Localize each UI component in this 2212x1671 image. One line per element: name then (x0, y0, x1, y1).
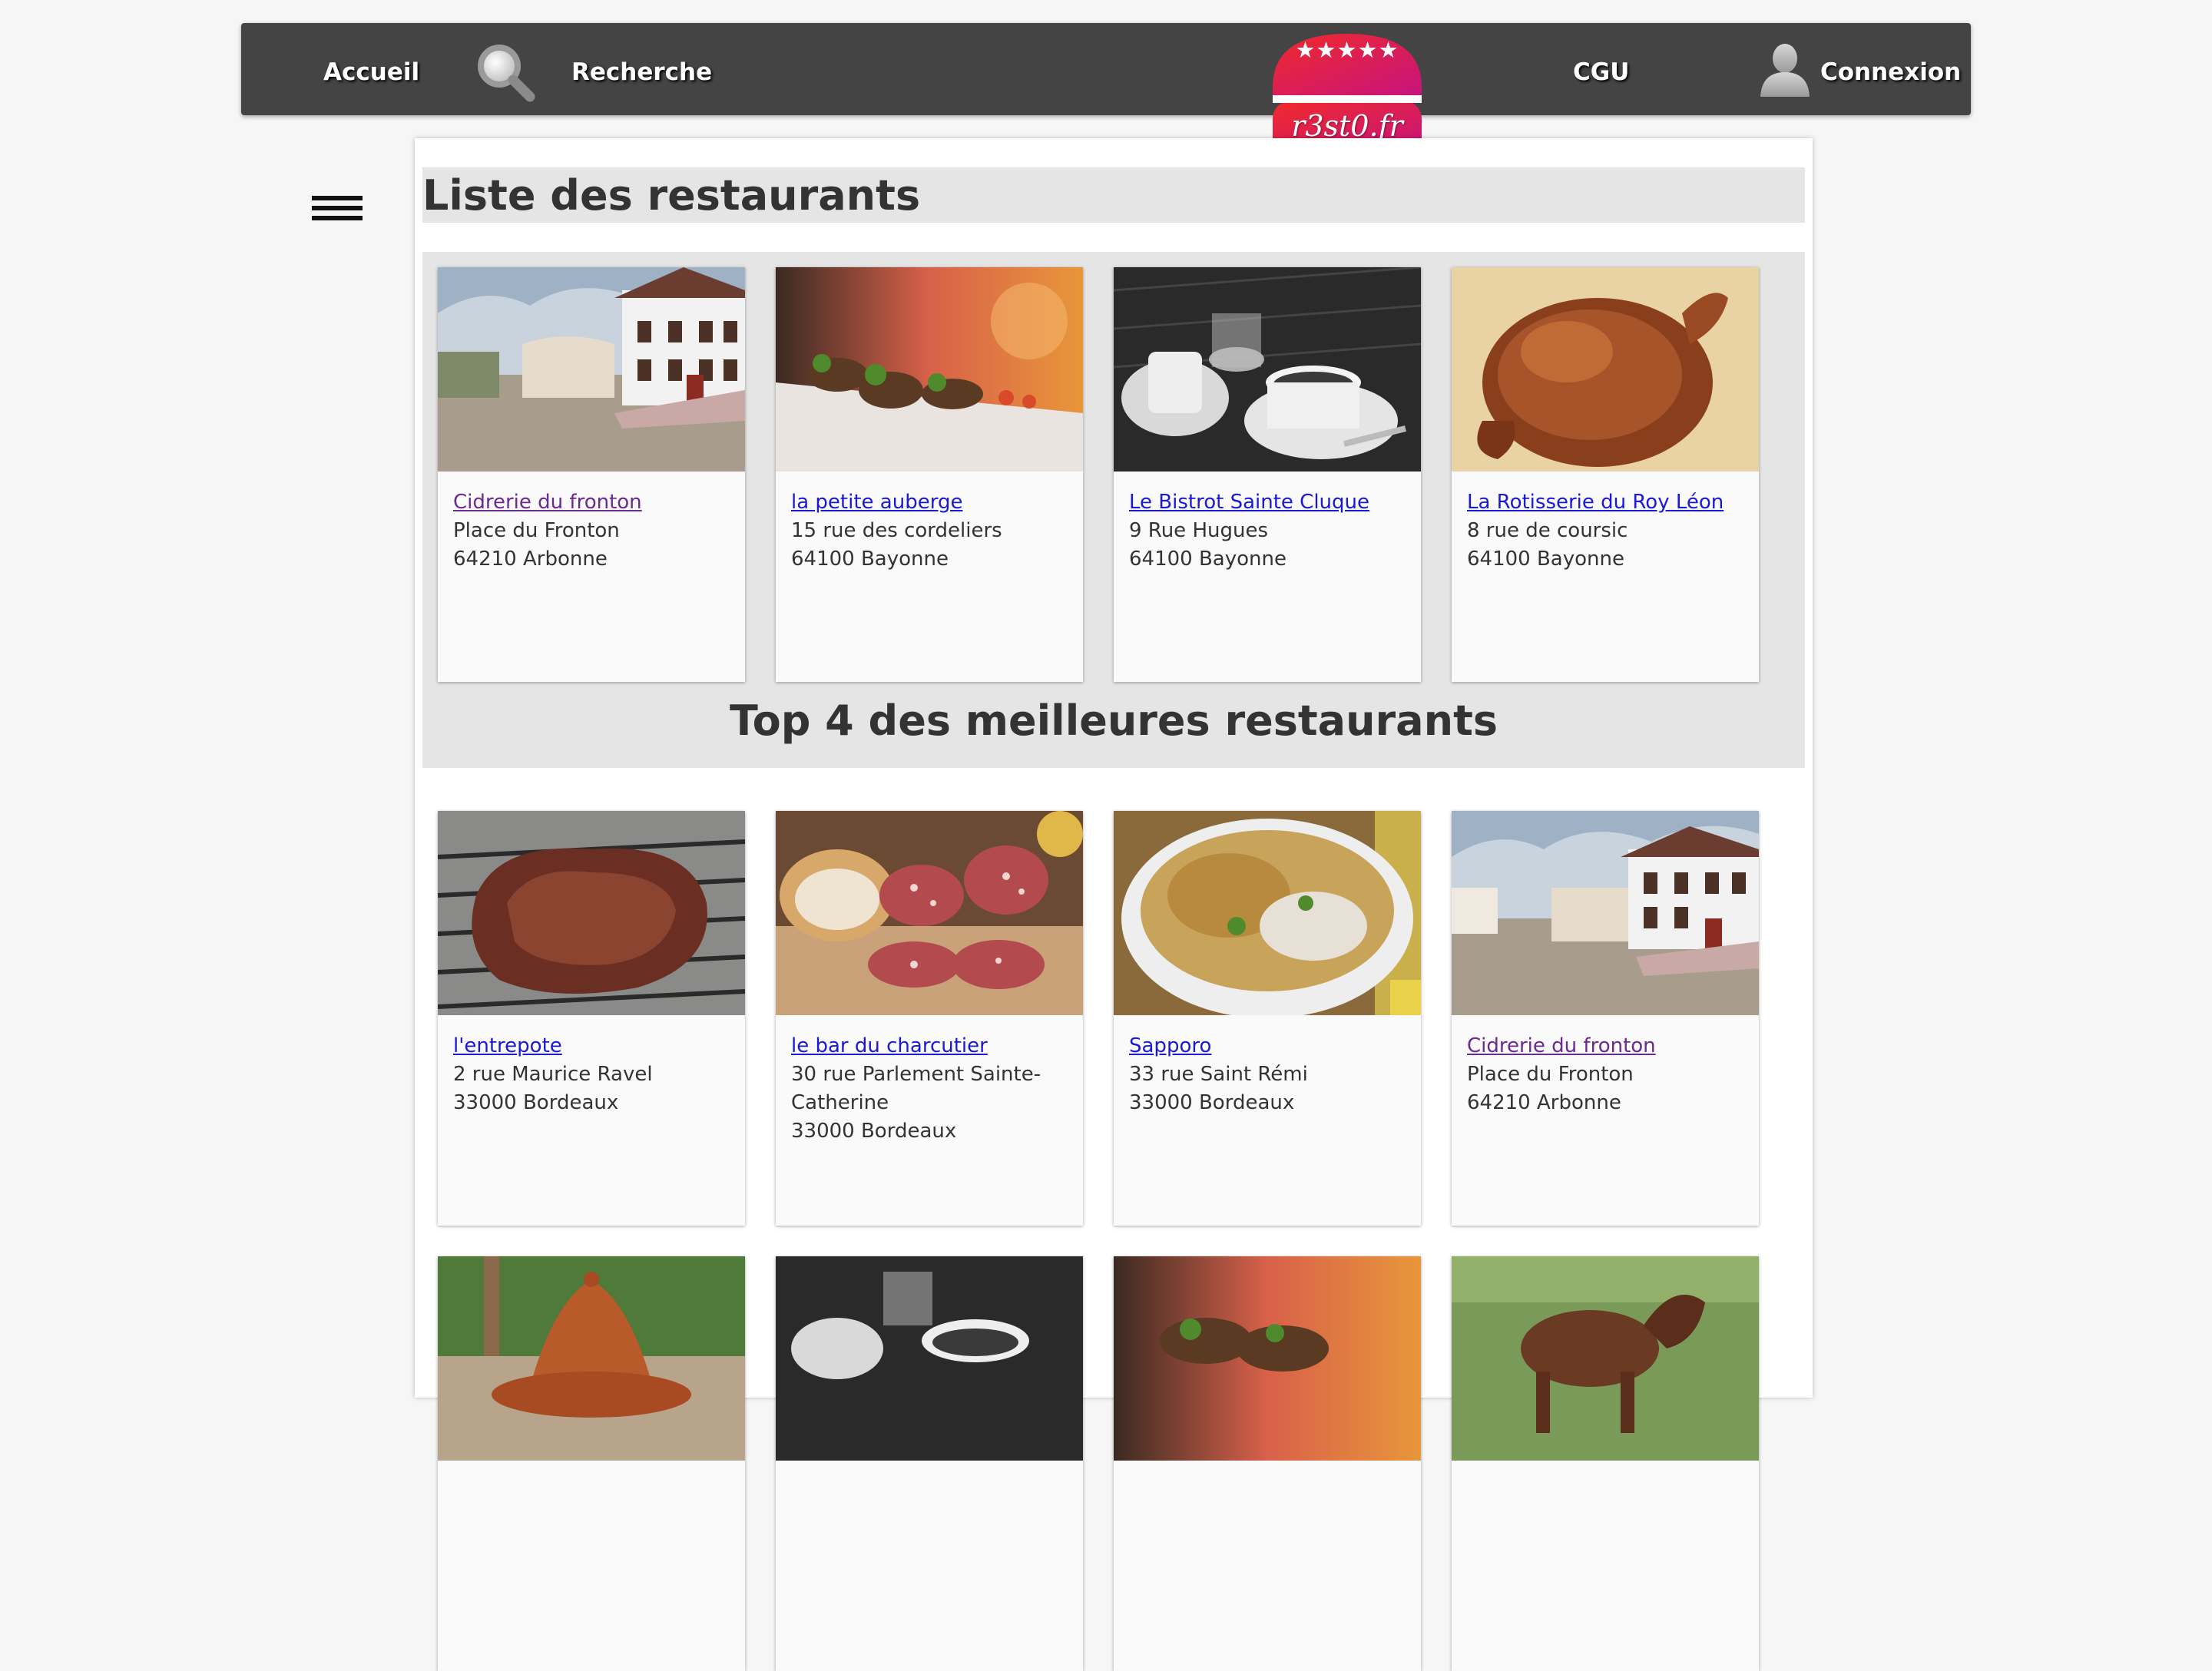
restaurant-card: La Rotisserie du Roy Léon 8 rue de cours… (1452, 267, 1759, 682)
page-title: Liste des restaurants (422, 171, 921, 220)
restaurant-photo-fronton[interactable] (438, 267, 745, 472)
restaurant-address: 33 rue Saint Rémi (1129, 1063, 1308, 1086)
restaurant-photo-bistrot-2[interactable] (776, 1256, 1083, 1461)
restaurant-city: 64100 Bayonne (1129, 548, 1286, 571)
menu-toggle-button[interactable] (312, 196, 363, 223)
restaurant-city: 64100 Bayonne (791, 548, 949, 571)
restaurant-photo-bistrot[interactable] (1114, 267, 1421, 472)
restaurant-city: 33000 Bordeaux (453, 1091, 619, 1114)
hamburger-bar (312, 196, 363, 200)
search-icon (478, 45, 535, 102)
restaurant-photo-rotisserie[interactable] (1452, 267, 1759, 472)
restaurant-address: 15 rue des cordeliers (791, 519, 1002, 542)
restaurant-address: Place du Fronton (1467, 1063, 1634, 1086)
top-restaurant-card: le bar du charcutier 30 rue Parlement Sa… (776, 811, 1083, 1226)
nav-terms-link[interactable]: CGU (1573, 23, 1629, 115)
top-restaurant-card: Sapporo 33 rue Saint Rémi 33000 Bordeaux (1114, 811, 1421, 1226)
restaurant-link[interactable]: l'entrepote (453, 1032, 730, 1061)
user-icon (1760, 44, 1810, 97)
restaurant-photo-fronton-2[interactable] (1452, 811, 1759, 1015)
restaurant-photo-pony[interactable] (1452, 1256, 1759, 1461)
restaurant-card: la petite auberge 15 rue des cordeliers … (776, 267, 1083, 682)
restaurant-info: Cidrerie du fronton Place du Fronton 642… (453, 488, 730, 574)
restaurant-info: La Rotisserie du Roy Léon 8 rue de cours… (1467, 488, 1743, 574)
restaurant-city: 64100 Bayonne (1467, 548, 1624, 571)
top-restaurant-card: Cidrerie du fronton Place du Fronton 642… (1452, 811, 1759, 1226)
top-section-title: Top 4 des meilleures restaurants (729, 697, 1498, 745)
restaurant-info: la petite auberge 15 rue des cordeliers … (791, 488, 1068, 574)
restaurant-city: 33000 Bordeaux (791, 1120, 957, 1143)
logo-stars: ★★★★★ (1295, 37, 1399, 63)
restaurant-info: Le Bistrot Sainte Cluque 9 Rue Hugues 64… (1129, 488, 1406, 574)
restaurant-photo-charcutier[interactable] (776, 811, 1083, 1015)
restaurant-address: Place du Fronton (453, 519, 620, 542)
restaurant-list-section: Cidrerie du fronton Place du Fronton 642… (422, 252, 1805, 768)
restaurant-link[interactable]: La Rotisserie du Roy Léon (1467, 488, 1743, 517)
restaurant-link[interactable]: Le Bistrot Sainte Cluque (1129, 488, 1406, 517)
restaurant-card (776, 1256, 1083, 1671)
hamburger-bar (312, 216, 363, 220)
restaurant-card (1452, 1256, 1759, 1671)
hamburger-bar (312, 206, 363, 210)
nav-home-link[interactable]: Accueil (323, 23, 419, 115)
restaurant-address: 8 rue de coursic (1467, 519, 1628, 542)
list-title-bar: Liste des restaurants (422, 167, 1805, 223)
restaurant-city: 33000 Bordeaux (1129, 1091, 1295, 1114)
top-restaurant-card: l'entrepote 2 rue Maurice Ravel 33000 Bo… (438, 811, 745, 1226)
top-navbar: Accueil Recherche ★★★★★ r3st0.fr CGU Con… (241, 23, 1971, 155)
nav-login-label: Connexion (1820, 58, 1962, 86)
restaurant-city: 64210 Arbonne (453, 548, 608, 571)
restaurant-link[interactable]: le bar du charcutier (791, 1032, 1068, 1061)
restaurant-card: Cidrerie du fronton Place du Fronton 642… (438, 267, 745, 682)
restaurant-link[interactable]: Cidrerie du fronton (453, 488, 730, 517)
restaurant-link[interactable]: Cidrerie du fronton (1467, 1032, 1743, 1061)
main-content: Liste des restaurants Cidrerie du fronto… (415, 138, 1813, 1671)
restaurant-city: 64210 Arbonne (1467, 1091, 1621, 1114)
restaurant-photo-tajine[interactable] (438, 1256, 745, 1461)
restaurant-photo-auberge-2[interactable] (1114, 1256, 1421, 1461)
nav-search-label: Recherche (571, 58, 713, 86)
restaurant-card (438, 1256, 745, 1671)
restaurant-info: Cidrerie du fronton Place du Fronton 642… (1467, 1032, 1743, 1117)
restaurant-address: 30 rue Parlement Sainte-Catherine (791, 1063, 1041, 1114)
restaurant-card (1114, 1256, 1421, 1671)
restaurant-link[interactable]: la petite auberge (791, 488, 1068, 517)
restaurant-photo-sapporo[interactable] (1114, 811, 1421, 1015)
restaurant-address: 2 rue Maurice Ravel (453, 1063, 653, 1086)
restaurant-photo-auberge[interactable] (776, 267, 1083, 472)
restaurant-link[interactable]: Sapporo (1129, 1032, 1406, 1061)
restaurant-address: 9 Rue Hugues (1129, 519, 1268, 542)
restaurant-info: le bar du charcutier 30 rue Parlement Sa… (791, 1032, 1068, 1146)
restaurant-photo-entrepote[interactable] (438, 811, 745, 1015)
restaurant-info: Sapporo 33 rue Saint Rémi 33000 Bordeaux (1129, 1032, 1406, 1117)
restaurant-info: l'entrepote 2 rue Maurice Ravel 33000 Bo… (453, 1032, 730, 1117)
restaurant-card: Le Bistrot Sainte Cluque 9 Rue Hugues 64… (1114, 267, 1421, 682)
